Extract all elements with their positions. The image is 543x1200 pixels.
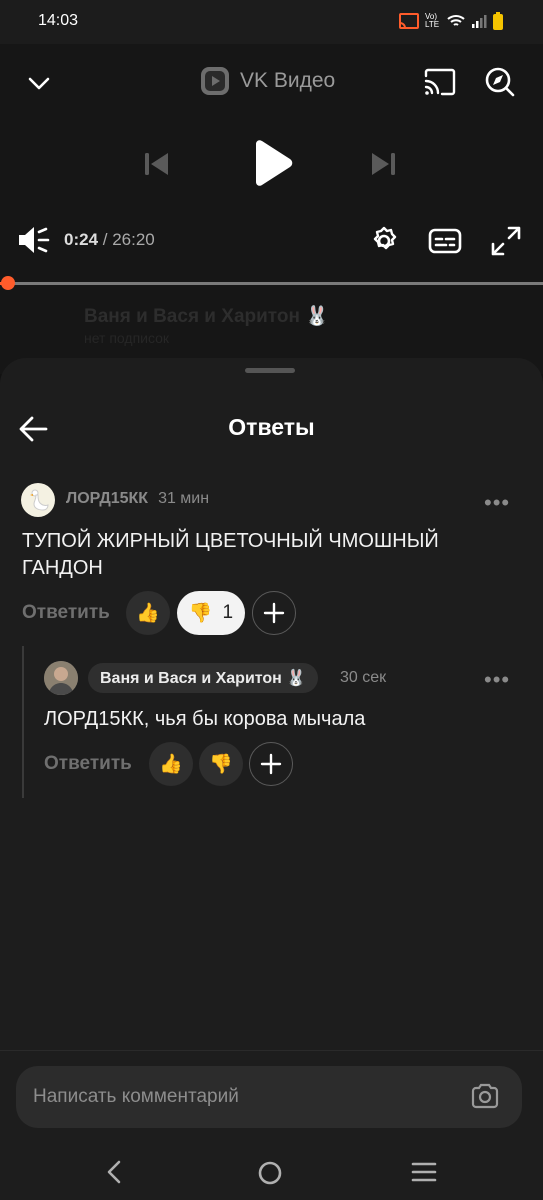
previous-icon[interactable] — [142, 150, 172, 178]
status-time: 14:03 — [38, 12, 79, 29]
nav-back-icon[interactable] — [104, 1160, 124, 1184]
progress-track[interactable] — [0, 282, 543, 285]
subtitles-icon[interactable] — [428, 227, 462, 255]
more-options-icon[interactable]: ••• — [484, 490, 510, 516]
comment-time: 31 мин — [158, 490, 210, 507]
thumbs-up-icon: 👍 — [159, 754, 183, 775]
next-icon[interactable] — [368, 150, 398, 178]
comment-header: ЛОРД15КК 31 мин — [66, 490, 209, 508]
dislike-button[interactable]: 👎 — [199, 742, 243, 786]
sheet-title: Ответы — [228, 414, 315, 440]
dislike-button[interactable]: 👎 1 — [177, 591, 245, 635]
like-button[interactable]: 👍 — [149, 742, 193, 786]
channel-subtitle: нет подписок — [84, 330, 170, 346]
thread-line — [22, 646, 24, 798]
avatar[interactable] — [21, 483, 55, 517]
battery-icon — [493, 12, 503, 30]
duration: 26:20 — [112, 230, 155, 249]
camera-icon[interactable] — [470, 1082, 500, 1110]
plus-icon — [260, 753, 282, 775]
comment-author[interactable]: ЛОРД15КК — [66, 490, 148, 508]
thumbs-down-icon: 👎 — [209, 754, 233, 775]
reply-button[interactable]: Ответить — [22, 602, 110, 624]
cast-status-icon — [399, 13, 419, 29]
progress-knob[interactable] — [1, 276, 15, 290]
user-photo-avatar-icon — [44, 661, 78, 695]
add-reaction-button[interactable] — [249, 742, 293, 786]
volume-icon[interactable] — [16, 224, 52, 256]
settings-gear-icon[interactable] — [368, 225, 400, 257]
current-time: 0:24 — [64, 230, 99, 249]
signal-icon — [472, 15, 487, 28]
nav-home-icon[interactable] — [257, 1160, 283, 1186]
time-display: 0:24 / 26:20 — [64, 230, 155, 250]
thumbs-up-icon: 👍 — [136, 603, 160, 624]
avatar[interactable] — [44, 661, 78, 695]
more-options-icon[interactable]: ••• — [484, 667, 510, 693]
dislike-count: 1 — [222, 602, 234, 623]
like-button[interactable]: 👍 — [126, 591, 170, 635]
fullscreen-icon[interactable] — [490, 225, 522, 257]
chevron-down-icon[interactable] — [26, 70, 52, 96]
sheet-handle[interactable] — [245, 368, 295, 373]
add-reaction-button[interactable] — [252, 591, 296, 635]
plus-icon — [263, 602, 285, 624]
play-icon[interactable] — [248, 138, 294, 188]
goose-avatar-icon — [30, 489, 49, 511]
wifi-icon — [447, 15, 465, 26]
volte-icon: Vo) LTE — [425, 12, 440, 29]
channel-name: Ваня и Вася и Харитон 🐰 — [84, 306, 329, 327]
thumbs-down-icon: 👎 — [188, 603, 213, 624]
nav-recents-icon[interactable] — [411, 1161, 437, 1183]
divider — [0, 1050, 543, 1051]
comment-text: ЛОРД15КК, чья бы корова мычала — [44, 708, 366, 730]
reply-button[interactable]: Ответить — [44, 753, 132, 775]
comment-author: Ваня и Вася и Харитон 🐰 — [100, 670, 307, 687]
app-title: VK Видео — [240, 69, 336, 92]
comment-time: 30 сек — [340, 669, 387, 686]
time-separator: / — [98, 230, 113, 249]
comment-text: ТУПОЙ ЖИРНЫЙ ЦВЕТОЧНЫЙ ЧМОШНЫЙ ГАНДОН — [22, 530, 439, 579]
author-badge[interactable]: Ваня и Вася и Харитон 🐰 — [88, 663, 319, 693]
player-title: VK Видео — [200, 66, 335, 96]
comment-input-placeholder: Написать комментарий — [33, 1086, 239, 1107]
discover-icon[interactable] — [484, 66, 516, 98]
status-icons: Vo) LTE — [399, 12, 503, 30]
cast-icon[interactable] — [424, 68, 456, 96]
vk-video-logo-icon — [201, 67, 229, 95]
